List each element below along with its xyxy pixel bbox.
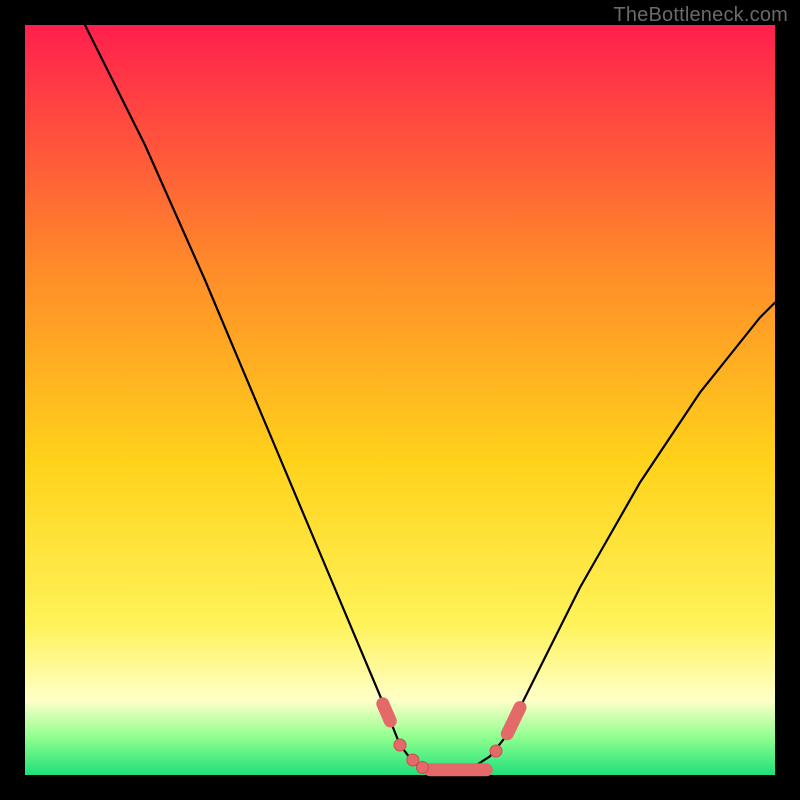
curve-marker-pill bbox=[507, 708, 520, 734]
curve-markers bbox=[383, 704, 520, 774]
curve-marker-pill bbox=[383, 704, 391, 721]
chart-frame bbox=[25, 25, 775, 775]
curve-marker-dot bbox=[417, 762, 429, 774]
bottleneck-curve bbox=[85, 25, 775, 770]
curve-marker-dot bbox=[490, 745, 502, 757]
curve-marker-dot bbox=[394, 739, 406, 751]
watermark-text: TheBottleneck.com bbox=[613, 4, 788, 27]
bottleneck-curve-layer bbox=[25, 25, 775, 775]
